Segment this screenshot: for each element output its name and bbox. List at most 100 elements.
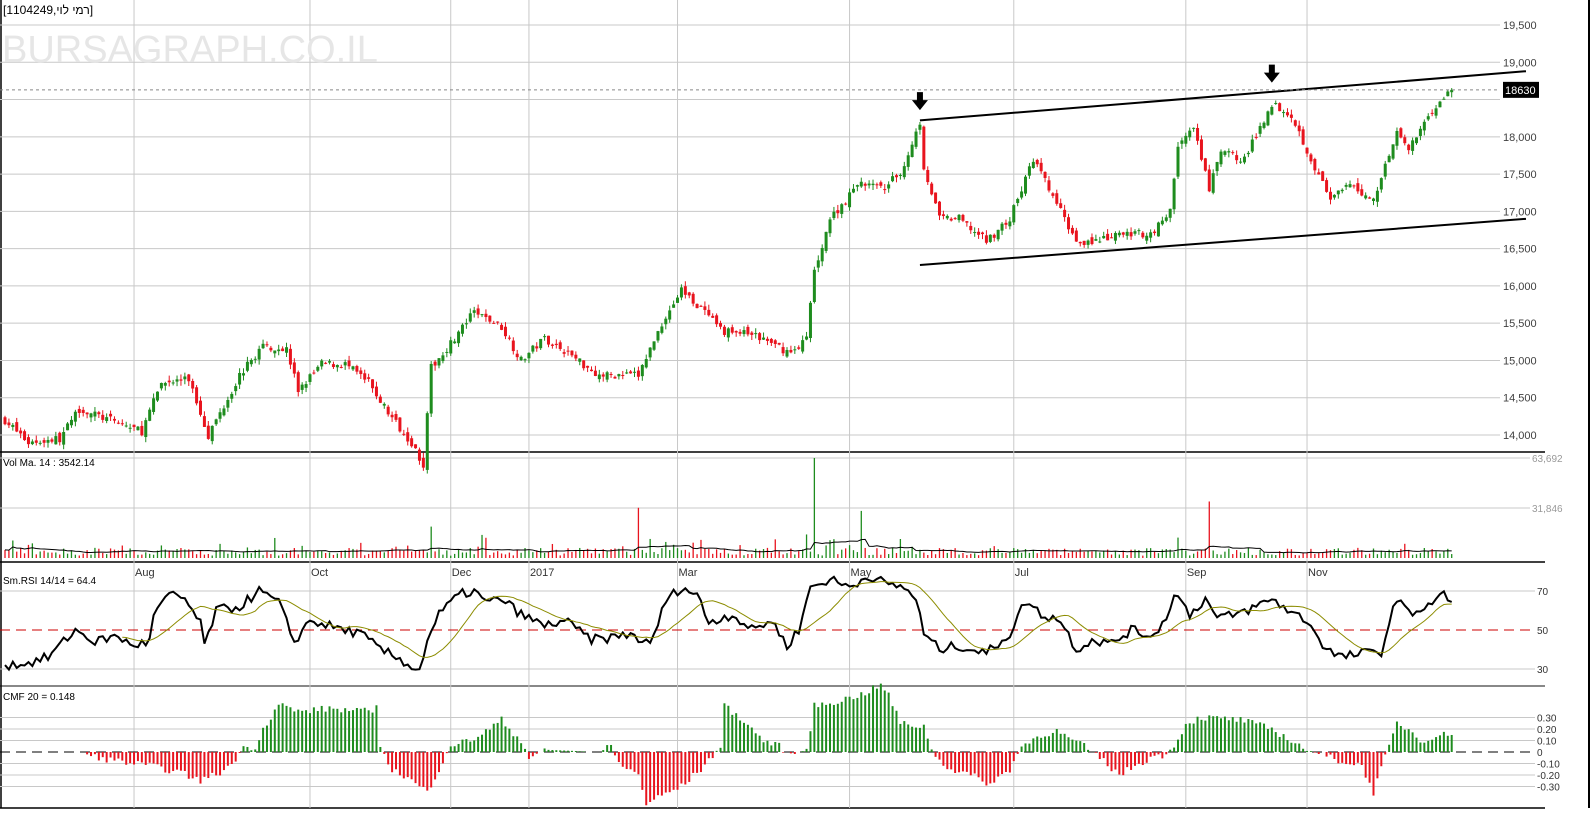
candle-body bbox=[73, 411, 77, 422]
candle-body bbox=[1387, 155, 1391, 163]
candle-body bbox=[1383, 163, 1387, 177]
candle-body bbox=[273, 350, 277, 354]
candle-body bbox=[550, 344, 554, 346]
candle-body bbox=[652, 341, 656, 350]
candle-body bbox=[42, 440, 46, 443]
candle-body bbox=[304, 384, 308, 388]
candle-body bbox=[1164, 217, 1168, 221]
candle-body bbox=[582, 360, 586, 369]
price-axis-label: 19,500 bbox=[1503, 20, 1537, 32]
candle-body bbox=[918, 124, 922, 130]
candle-body bbox=[855, 185, 859, 187]
candle-body bbox=[148, 409, 152, 421]
candle-body bbox=[1086, 240, 1090, 245]
candle-body bbox=[1098, 241, 1102, 243]
candle-body bbox=[1242, 156, 1246, 163]
candle-body bbox=[1070, 227, 1074, 234]
price-axis-label: 18,000 bbox=[1503, 132, 1537, 144]
candle-body bbox=[406, 432, 410, 442]
candle-body bbox=[519, 356, 523, 361]
candle-body bbox=[867, 183, 871, 186]
candle-body bbox=[500, 324, 504, 330]
candle-body bbox=[965, 221, 969, 223]
candle-body bbox=[1446, 91, 1450, 97]
candle-body bbox=[81, 409, 85, 413]
month-label: Aug bbox=[135, 567, 155, 579]
candle-body bbox=[1411, 140, 1415, 151]
candle-body bbox=[687, 292, 691, 296]
candle-body bbox=[1285, 112, 1289, 116]
price-axis-label: 14,000 bbox=[1503, 430, 1537, 442]
candle-body bbox=[1258, 126, 1262, 134]
candle-body bbox=[402, 433, 406, 435]
current-price-label: 18630 bbox=[1505, 85, 1536, 97]
candle-body bbox=[840, 204, 844, 214]
candle-body bbox=[1418, 128, 1422, 136]
candle-body bbox=[609, 374, 613, 376]
candle-body bbox=[1297, 125, 1301, 132]
candle-body bbox=[484, 313, 488, 318]
candle-body bbox=[726, 328, 730, 338]
candle-body bbox=[773, 340, 777, 345]
candle-body bbox=[226, 399, 230, 408]
candle-body bbox=[464, 323, 468, 325]
candle-body bbox=[1239, 161, 1243, 163]
candle-body bbox=[765, 338, 769, 341]
rsi-axis-label: 50 bbox=[1537, 626, 1549, 637]
candle-body bbox=[1024, 176, 1028, 194]
candle-body bbox=[132, 424, 136, 428]
candle-body bbox=[242, 373, 246, 376]
price-axis-label: 19,000 bbox=[1503, 57, 1537, 69]
candle-body bbox=[891, 176, 895, 182]
candle-body bbox=[558, 342, 562, 349]
candle-body bbox=[382, 403, 386, 406]
candle-body bbox=[269, 347, 273, 351]
candle-body bbox=[660, 326, 664, 333]
candle-body bbox=[848, 192, 852, 208]
candle-body bbox=[214, 419, 218, 425]
candle-body bbox=[288, 348, 292, 365]
candle-body bbox=[109, 413, 113, 417]
candle-body bbox=[1325, 180, 1329, 192]
candle-body bbox=[343, 362, 347, 366]
candle-body bbox=[1399, 128, 1403, 138]
candle-body bbox=[245, 361, 249, 371]
candle-body bbox=[1442, 98, 1446, 100]
candle-body bbox=[1074, 230, 1078, 242]
candle-body bbox=[1301, 129, 1305, 145]
candle-body bbox=[820, 247, 824, 262]
candle-body bbox=[1016, 198, 1020, 204]
candle-body bbox=[218, 412, 222, 419]
candle-body bbox=[683, 286, 687, 295]
candle-body bbox=[523, 359, 527, 361]
axes: Aug Oct Dec 2017 Mar May Jul Sep Nov 14,000 14,500… bbox=[135, 20, 1563, 794]
candle-body bbox=[1113, 232, 1117, 241]
candle-body bbox=[812, 269, 816, 302]
candle-body bbox=[1293, 120, 1297, 126]
stock-chart[interactable]: BURSAGRAPH.CO.IL [1104249,רמי לוי] Vol M… bbox=[0, 0, 1593, 822]
candle-body bbox=[101, 414, 105, 420]
candle-body bbox=[648, 347, 652, 358]
candle-body bbox=[1403, 137, 1407, 144]
candle-body bbox=[347, 360, 351, 367]
candle-body bbox=[144, 420, 148, 438]
candle-body bbox=[769, 338, 773, 343]
candle-body bbox=[1141, 232, 1145, 238]
candle-body bbox=[1415, 137, 1419, 144]
candle-body bbox=[1172, 178, 1176, 210]
candle-body bbox=[136, 426, 140, 431]
candle-body bbox=[257, 348, 261, 360]
candle-body bbox=[1219, 151, 1223, 165]
watermark: BURSAGRAPH.CO.IL bbox=[2, 29, 378, 71]
candle-body bbox=[124, 425, 128, 427]
candle-body bbox=[371, 379, 375, 389]
candle-body bbox=[1364, 195, 1368, 199]
candle-body bbox=[1313, 159, 1317, 171]
candle-body bbox=[152, 398, 156, 412]
candle-body bbox=[69, 419, 73, 426]
candle-body bbox=[1375, 190, 1379, 202]
price-axis-label: 16,000 bbox=[1503, 281, 1537, 293]
candle-body bbox=[941, 214, 945, 217]
candle-body bbox=[367, 377, 371, 379]
candle-body bbox=[1305, 147, 1309, 154]
